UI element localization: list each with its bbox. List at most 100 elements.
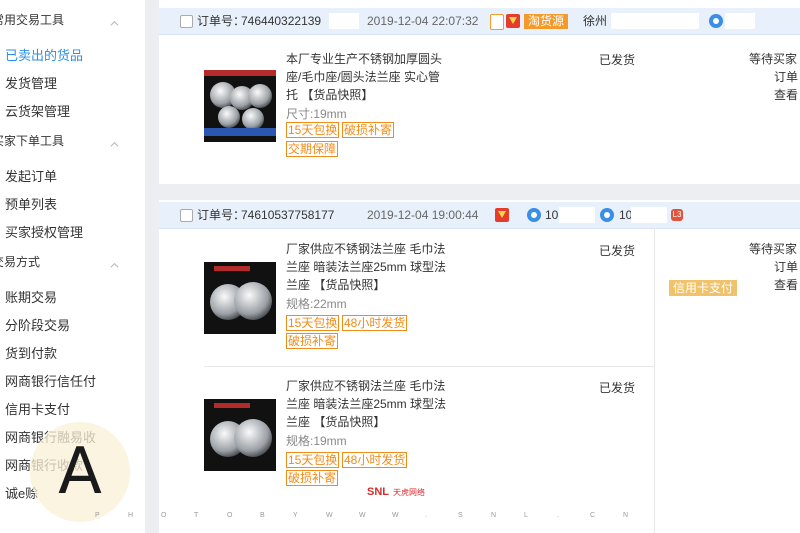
redaction-mask [559,207,595,223]
order-detail-link[interactable]: 订单 [774,68,798,86]
order-card: 订单号： 74610537758177 2019-12-04 19:00:44 … [159,202,800,533]
watermark-char: W [326,512,335,519]
product-spec: 尺寸:19mm [286,107,347,121]
product-shape [218,106,240,128]
watermark-char: S [458,512,465,519]
sidebar-item-credit-card-pay[interactable]: 信用卡支付 [5,399,70,421]
product-shape [248,84,272,108]
watermark-text: P H O T O B Y W W W. S N L. C N [95,512,656,519]
sidebar-item-credit-period[interactable]: 账期交易 [5,287,57,309]
item-status: 已发货 [599,53,636,67]
product-thumbnail[interactable] [204,399,276,471]
service-tag: 15天包换 [286,452,340,468]
sidebar-item-sold-goods[interactable]: 已卖出的货品 [5,45,83,67]
buyer-location: 徐州 [583,14,608,28]
sidebar-gutter [145,0,159,533]
section-header-trade-methods[interactable]: 交易方式 [0,253,145,277]
wangwang-icon[interactable] [600,208,614,222]
section-header-buyer-tools[interactable]: 买家下单工具 [0,132,145,156]
order-number[interactable]: 74610537758177 [241,202,334,228]
watermark-char: T [194,512,201,519]
order-item: 本厂专业生产不锈钢加厚圆头座/毛巾座/圆头法兰座 实心管托 【货品快照】 尺寸:… [159,34,800,184]
sidebar-item-cloud-shelf[interactable]: 云货架管理 [5,101,70,123]
order-item: 厂家供应不锈钢法兰座 毛巾法兰座 暗装法兰座25mm 球型法兰座 【货品快照】 … [159,228,800,366]
order-number[interactable]: 746440322139 [241,8,321,34]
order-item: 厂家供应不锈钢法兰座 毛巾法兰座 暗装法兰座25mm 球型法兰座 【货品快照】 … [159,367,800,533]
sidebar-item-mybank-trust-pay[interactable]: 网商银行信任付 [5,371,96,393]
watermark-char: P [95,512,102,519]
payment-method-badge: 信用卡支付 [669,280,738,296]
logo-main-text: SNL [367,486,389,498]
watermark-char: . [557,512,561,519]
snl-logo: SNL 天虎网络 [367,486,425,498]
tmall-icon [495,208,509,222]
thumb-banner [214,403,250,408]
buyer-level-badge: L3 [671,209,683,221]
phone-icon[interactable] [490,14,504,30]
order-header: 订单号： 74610537758177 2019-12-04 19:00:44 … [159,202,800,229]
label-badge: A [30,422,130,522]
product-shape [234,419,272,457]
order-card: 订单号： 746440322139 2019-12-04 22:07:32 淘货… [159,8,800,184]
view-link[interactable]: 查看 [774,86,798,104]
watermark-char: O [227,512,235,519]
sidebar-item-create-order[interactable]: 发起订单 [5,166,57,188]
sidebar-item-staged-trade[interactable]: 分阶段交易 [5,315,70,337]
badge-letter: A [58,435,102,509]
redaction-mask [631,207,667,223]
thumb-caption-strip [204,128,276,136]
product-title[interactable]: 本厂专业生产不锈钢加厚圆头座/毛巾座/圆头法兰座 实心管托 【货品快照】 [286,50,446,104]
order-number-label: 订单号： [197,14,246,28]
watermark-char: W [359,512,368,519]
order-list: 订单号： 746440322139 2019-12-04 22:07:32 淘货… [159,0,800,533]
chevron-up-icon [110,20,119,26]
view-link[interactable]: 查看 [774,276,798,294]
product-thumbnail[interactable] [204,70,276,142]
watermark-char: N [623,512,631,519]
service-tag: 破损补寄 [286,470,339,486]
section-header-common-tools[interactable]: 常用交易工具 [0,11,145,35]
watermark-char: C [590,512,598,519]
sidebar-item-buyer-auth[interactable]: 买家授权管理 [5,222,83,244]
section-title: 常用交易工具 [0,13,65,27]
product-title[interactable]: 厂家供应不锈钢法兰座 毛巾法兰座 暗装法兰座25mm 球型法兰座 【货品快照】 [286,377,446,431]
sidebar-item-pre-orders[interactable]: 预单列表 [5,194,57,216]
watermark-char: H [128,512,136,519]
logo-sub-text: 天虎网络 [393,488,425,497]
product-spec: 规格:19mm [286,434,347,448]
wangwang-icon[interactable] [709,14,723,28]
watermark-char: Y [293,512,300,519]
thumb-banner [204,70,276,76]
service-tag: 交期保障 [286,141,339,157]
thumb-banner [214,266,250,271]
item-status: 已发货 [599,381,636,395]
watermark-char: O [161,512,169,519]
card-separator [159,184,800,200]
product-spec: 规格:22mm [286,297,347,311]
watermark-char: . [425,512,429,519]
service-tag: 48小时发货 [342,315,408,331]
service-tag: 破损补寄 [342,122,395,138]
order-time: 2019-12-04 22:07:32 [367,14,479,28]
order-number-label: 订单号： [197,208,246,222]
source-badge: 淘货源 [524,14,569,29]
watermark-char: N [491,512,499,519]
product-shape [242,108,264,130]
order-checkbox[interactable] [180,15,193,28]
wangwang-icon[interactable] [527,208,541,222]
order-header: 订单号： 746440322139 2019-12-04 22:07:32 淘货… [159,8,800,35]
service-tag: 15天包换 [286,122,340,138]
service-tag: 15天包换 [286,315,340,331]
product-shape [234,282,272,320]
service-tag: 48小时发货 [342,452,408,468]
sidebar-item-shipping[interactable]: 发货管理 [5,73,57,95]
product-title[interactable]: 厂家供应不锈钢法兰座 毛巾法兰座 暗装法兰座25mm 球型法兰座 【货品快照】 [286,240,446,294]
service-tag: 破损补寄 [286,333,339,349]
redaction-mask [329,13,359,29]
tmall-icon [506,14,520,28]
order-checkbox[interactable] [180,209,193,222]
watermark-char: W [392,512,401,519]
order-detail-link[interactable]: 订单 [774,258,798,276]
sidebar-item-cod[interactable]: 货到付款 [5,343,57,365]
product-thumbnail[interactable] [204,262,276,334]
